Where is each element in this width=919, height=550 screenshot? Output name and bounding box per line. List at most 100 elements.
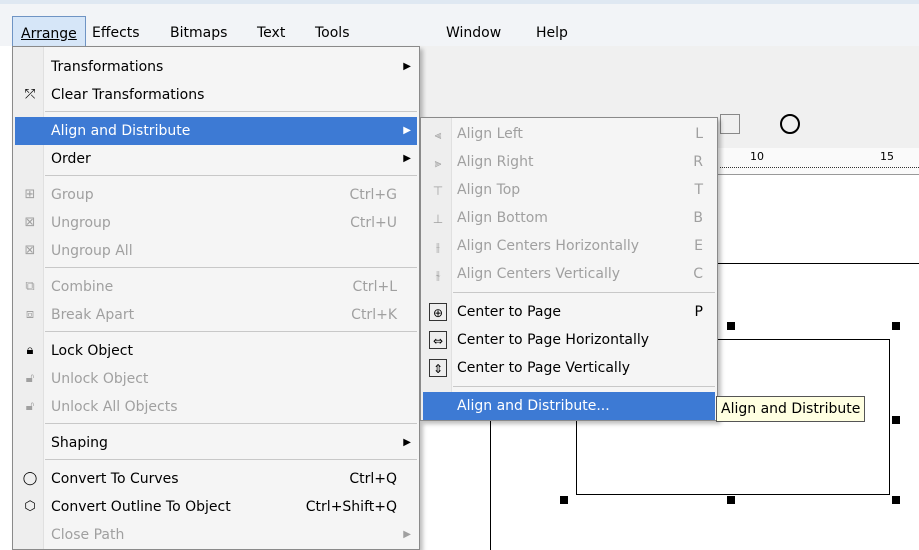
wrap-text-icon[interactable] (720, 114, 740, 134)
align-right-icon: ⫸ (434, 156, 442, 170)
submenu-item-center-to-page-horizontally[interactable]: ⇔ Center to Page Horizontally (423, 326, 715, 354)
menu-item-label: Close Path (51, 527, 125, 543)
menu-item-label: Unlock All Objects (51, 399, 178, 415)
menu-item-label: Convert Outline To Object (51, 499, 231, 515)
menu-item-label: Convert To Curves (51, 471, 179, 487)
submenu-item-align-right[interactable]: ⫸ Align Right R (423, 148, 715, 176)
menu-item-order[interactable]: Order ▶ (15, 145, 417, 173)
menu-bar: Arrange Effects Bitmaps Text Tools Windo… (0, 0, 919, 50)
outline-icon[interactable] (780, 114, 800, 134)
menu-item-shortcut: Ctrl+G (349, 187, 398, 203)
menu-item-shortcut: Ctrl+K (351, 307, 397, 323)
submenu-item-align-left[interactable]: ⫷ Align Left L (423, 120, 715, 148)
combine-icon: ⧉ (25, 279, 35, 294)
submenu-separator (453, 386, 715, 387)
align-centers-horizontally-icon: ⫲ (436, 240, 440, 254)
selection-handle[interactable] (727, 496, 735, 504)
submenu-item-align-bottom[interactable]: ⊥ Align Bottom B (423, 204, 715, 232)
menu-separator (45, 459, 417, 460)
menu-separator (45, 111, 417, 112)
submenu-item-shortcut: T (694, 182, 703, 198)
menu-item-break-apart[interactable]: ⧈ Break Apart Ctrl+K (15, 301, 417, 329)
submenu-item-shortcut: C (693, 266, 703, 282)
menu-effects[interactable]: Effects (92, 18, 140, 48)
submenu-item-label: Center to Page Horizontally (457, 332, 650, 348)
submenu-item-label: Align Left (457, 126, 523, 142)
menu-tools[interactable]: Tools (315, 18, 350, 48)
center-to-page-horizontally-icon: ⇔ (429, 331, 447, 349)
property-bar (420, 46, 919, 101)
menu-separator (45, 175, 417, 176)
menu-item-label: Align and Distribute (51, 123, 191, 139)
submenu-item-label: Center to Page Vertically (457, 360, 630, 376)
menu-separator (45, 331, 417, 332)
menu-item-unlock-all-objects[interactable]: 🔓︎ Unlock All Objects (15, 393, 417, 421)
menu-item-align-and-distribute[interactable]: Align and Distribute ▶ (15, 117, 417, 145)
selection-handle[interactable] (560, 496, 568, 504)
menu-item-label: Combine (51, 279, 114, 295)
menu-item-ungroup[interactable]: ⊠ Ungroup Ctrl+U (15, 209, 417, 237)
submenu-item-label: Align Right (457, 154, 534, 170)
menu-item-label: Group (51, 187, 94, 203)
menu-item-shaping[interactable]: Shaping ▶ (15, 429, 417, 457)
selection-handle[interactable] (892, 416, 900, 424)
menu-help[interactable]: Help (536, 18, 568, 48)
menu-item-label: Transformations (51, 59, 164, 75)
menu-item-transformations[interactable]: Transformations ▶ (15, 53, 417, 81)
menu-item-clear-transformations[interactable]: ⤱ Clear Transformations (15, 81, 417, 109)
menu-item-shortcut: Ctrl+Shift+Q (305, 499, 397, 515)
submenu-item-label: Center to Page (457, 304, 561, 320)
menu-item-ungroup-all[interactable]: ⊠ Ungroup All (15, 237, 417, 265)
submenu-arrow-icon: ▶ (403, 61, 411, 72)
unlock-icon: 🔓︎ (25, 371, 35, 386)
submenu-item-align-top[interactable]: ⊤ Align Top T (423, 176, 715, 204)
ruler-ticks (720, 167, 919, 172)
submenu-item-align-centers-horizontally[interactable]: ⫲ Align Centers Horizontally E (423, 232, 715, 260)
menu-item-convert-to-curves[interactable]: ◯ Convert To Curves Ctrl+Q (15, 465, 417, 493)
tooltip: Align and Distribute (716, 396, 866, 422)
center-to-page-vertically-icon: ⇕ (429, 359, 447, 377)
menu-item-label: Ungroup (51, 215, 111, 231)
submenu-arrow-icon: ▶ (403, 529, 411, 540)
lock-icon: 🔒︎ (26, 343, 34, 358)
submenu-item-shortcut: L (695, 126, 703, 142)
ungroup-all-icon: ⊠ (24, 243, 36, 258)
selection-handle[interactable] (892, 496, 900, 504)
submenu-item-center-to-page[interactable]: ⊕ Center to Page P (423, 298, 715, 326)
menu-item-convert-outline-to-object[interactable]: ⬡ Convert Outline To Object Ctrl+Shift+Q (15, 493, 417, 521)
selection-handle[interactable] (892, 322, 900, 330)
menu-item-combine[interactable]: ⧉ Combine Ctrl+L (15, 273, 417, 301)
menu-item-label: Lock Object (51, 343, 133, 359)
align-bottom-icon: ⊥ (432, 212, 444, 226)
submenu-item-center-to-page-vertically[interactable]: ⇕ Center to Page Vertically (423, 354, 715, 382)
submenu-item-align-and-distribute-dialog[interactable]: Align and Distribute... (423, 392, 715, 420)
submenu-item-label: Align Bottom (457, 210, 548, 226)
submenu-item-shortcut: R (693, 154, 703, 170)
menu-item-label: Break Apart (51, 307, 135, 323)
menu-separator (45, 423, 417, 424)
submenu-item-align-centers-vertically[interactable]: ⫳ Align Centers Vertically C (423, 260, 715, 288)
menu-item-label: Order (51, 151, 91, 167)
break-apart-icon: ⧈ (25, 307, 35, 322)
clear-transformations-icon: ⤱ (24, 87, 36, 102)
menu-item-group[interactable]: ⊞ Group Ctrl+G (15, 181, 417, 209)
menu-bitmaps[interactable]: Bitmaps (170, 18, 227, 48)
ruler-tick-15: 15 (880, 150, 894, 163)
center-to-page-icon: ⊕ (429, 303, 447, 321)
menu-window[interactable]: Window (446, 18, 501, 48)
menu-item-shortcut: Ctrl+U (350, 215, 397, 231)
ruler-tick-10: 10 (750, 150, 764, 163)
menu-arrange[interactable]: Arrange (12, 16, 86, 50)
selection-handle[interactable] (727, 322, 735, 330)
menu-item-close-path[interactable]: Close Path ▶ (15, 521, 417, 549)
submenu-separator (453, 292, 715, 293)
submenu-arrow-icon: ▶ (403, 153, 411, 164)
menu-item-shortcut: Ctrl+L (352, 279, 397, 295)
menu-text[interactable]: Text (257, 18, 285, 48)
convert-outline-icon: ⬡ (24, 499, 36, 514)
align-distribute-submenu: ⫷ Align Left L ⫸ Align Right R ⊤ Align T… (420, 117, 718, 421)
menu-item-unlock-object[interactable]: 🔓︎ Unlock Object (15, 365, 417, 393)
menu-item-label: Ungroup All (51, 243, 133, 259)
convert-curves-icon: ◯ (22, 471, 38, 486)
menu-item-lock-object[interactable]: 🔒︎ Lock Object (15, 337, 417, 365)
